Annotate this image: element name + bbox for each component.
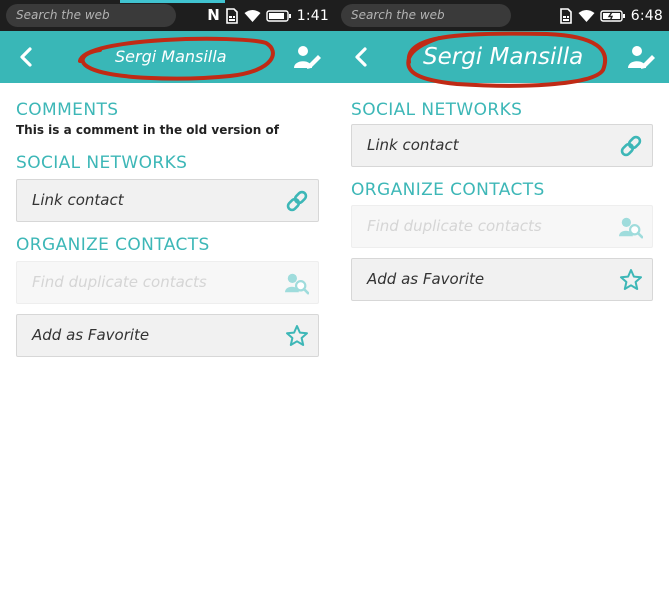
status-bar: Search the web N 1:41 <box>0 0 335 31</box>
page-title: Sergi Mansilla <box>423 44 584 70</box>
wifi-icon <box>578 9 595 23</box>
organize-contacts-heading: ORGANIZE CONTACTS <box>351 180 545 200</box>
nfc-icon: N <box>207 6 220 24</box>
contact-details: COMMENTS This is a comment in the old ve… <box>16 97 319 367</box>
page-title: Sergi Mansilla <box>115 47 227 66</box>
back-arrow-icon <box>20 47 32 67</box>
status-bar: Search the web 6:48 <box>335 0 669 31</box>
link-contact-label: Link contact <box>367 136 459 154</box>
find-duplicates-label: Find duplicate contacts <box>32 273 207 291</box>
find-duplicates-button[interactable]: Find duplicate contacts <box>351 205 653 248</box>
sim-icon <box>559 7 573 24</box>
sim-icon <box>225 7 239 24</box>
screen-new-version: Search the web 6:48 Sergi Mansilla SOCIA… <box>335 0 669 595</box>
back-button[interactable] <box>12 43 40 71</box>
status-time: 6:48 <box>630 7 663 24</box>
header: Sergi Mansilla <box>335 31 669 88</box>
duplicate-search-icon <box>285 271 309 295</box>
link-icon <box>285 189 309 213</box>
social-networks-heading: SOCIAL NETWORKS <box>351 100 523 120</box>
link-contact-button[interactable]: Link contact <box>16 179 319 222</box>
back-arrow-icon <box>355 47 367 67</box>
contact-details: SOCIAL NETWORKS Link contact ORGANIZE CO… <box>351 97 653 311</box>
edit-contact-button[interactable] <box>627 42 657 72</box>
organize-contacts-heading: ORGANIZE CONTACTS <box>16 235 210 255</box>
back-button[interactable] <box>347 43 375 71</box>
star-icon <box>619 268 643 292</box>
status-icons: N 1:41 <box>207 0 329 31</box>
edit-contact-icon <box>628 46 655 69</box>
link-contact-button[interactable]: Link contact <box>351 124 653 167</box>
duplicate-search-icon <box>619 215 643 239</box>
star-icon <box>285 324 309 348</box>
add-favorite-label: Add as Favorite <box>367 270 485 288</box>
add-favorite-label: Add as Favorite <box>32 326 150 344</box>
battery-icon <box>266 9 292 22</box>
status-time: 1:41 <box>296 7 329 24</box>
find-duplicates-button[interactable]: Find duplicate contacts <box>16 261 319 304</box>
link-contact-label: Link contact <box>32 191 124 209</box>
edit-contact-button[interactable] <box>293 42 323 72</box>
edit-contact-icon <box>294 46 321 69</box>
status-icons: 6:48 <box>559 0 663 31</box>
find-duplicates-label: Find duplicate contacts <box>367 217 542 235</box>
add-favorite-button[interactable]: Add as Favorite <box>16 314 319 357</box>
search-input[interactable]: Search the web <box>341 4 511 27</box>
screen-old-version: Search the web N 1:41 Sergi Mansilla COM… <box>0 0 335 595</box>
link-icon <box>619 134 643 158</box>
social-networks-heading: SOCIAL NETWORKS <box>16 153 188 173</box>
battery-icon <box>600 9 626 22</box>
add-favorite-button[interactable]: Add as Favorite <box>351 258 653 301</box>
wifi-icon <box>244 9 261 23</box>
comment-text: This is a comment in the old version of <box>16 123 279 137</box>
header: Sergi Mansilla <box>0 31 335 83</box>
search-input[interactable]: Search the web <box>6 4 176 27</box>
comments-heading: COMMENTS <box>16 100 119 120</box>
